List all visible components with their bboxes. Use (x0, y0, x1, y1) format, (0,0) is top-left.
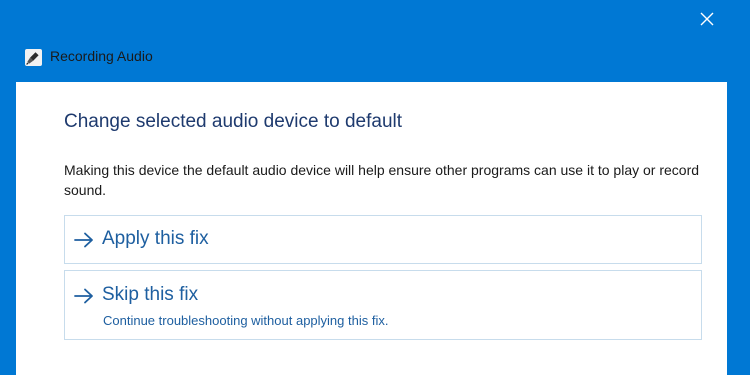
arrow-right-icon (74, 288, 93, 304)
close-icon (700, 12, 714, 26)
apply-fix-button[interactable]: Apply this fix (64, 215, 702, 264)
skip-fix-label: Skip this fix (102, 284, 199, 305)
window-title: Recording Audio (50, 48, 153, 64)
title-bar: Recording Audio (0, 0, 750, 82)
description-text: Making this device the default audio dev… (64, 162, 700, 198)
close-button[interactable] (688, 4, 726, 34)
microphone-icon (25, 49, 42, 66)
apply-fix-label: Apply this fix (102, 228, 209, 249)
troubleshooter-window: Recording Audio Change selected audio de… (0, 0, 750, 375)
arrow-right-icon (74, 232, 93, 248)
skip-fix-description: Continue troubleshooting without applyin… (103, 313, 389, 328)
content-panel: Change selected audio device to default … (16, 82, 727, 375)
skip-fix-button[interactable]: Skip this fix Continue troubleshooting w… (64, 270, 702, 340)
page-title: Change selected audio device to default (64, 111, 403, 132)
